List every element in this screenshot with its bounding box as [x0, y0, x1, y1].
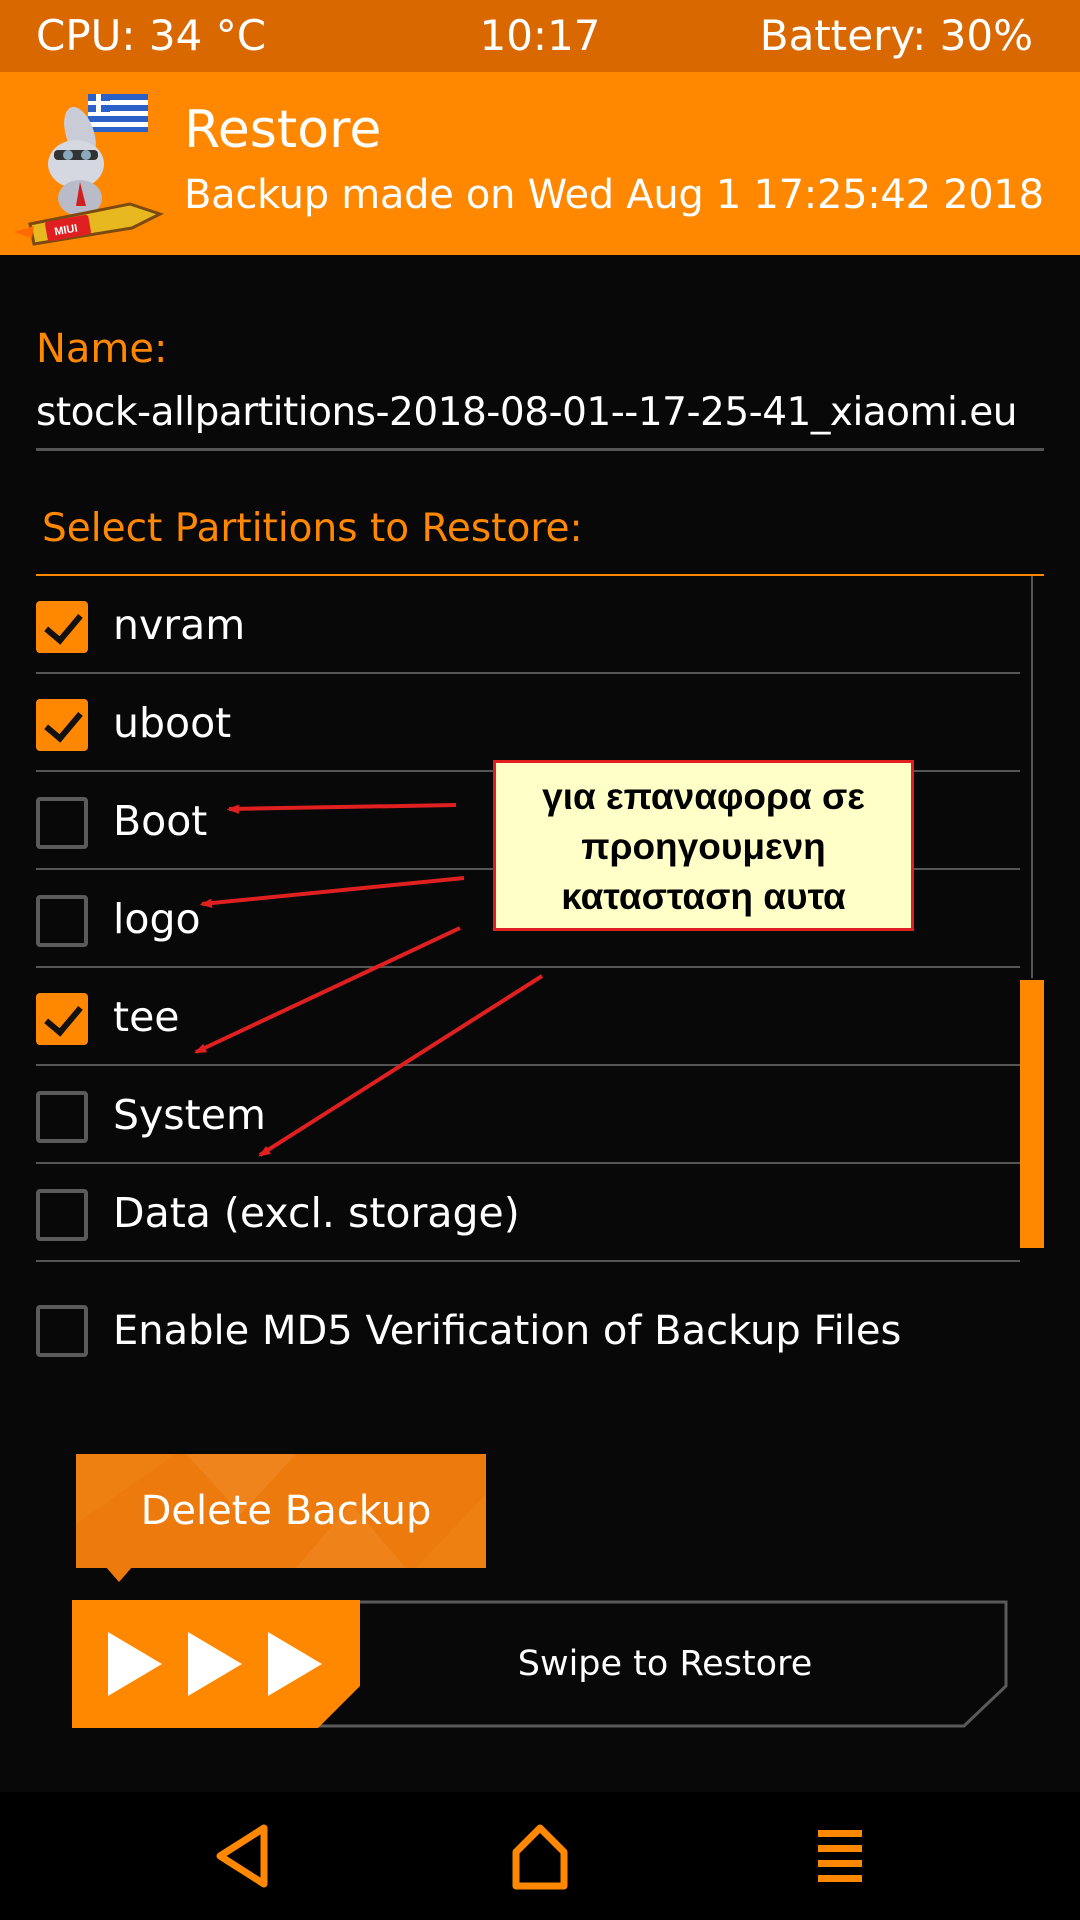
miui-hellas-rabbit-logo: MIUI — [10, 86, 170, 246]
checkbox[interactable] — [36, 1091, 88, 1143]
swipe-to-restore-label: Swipe to Restore — [517, 1644, 813, 1684]
delete-backup-label: Delete Backup — [140, 1488, 432, 1534]
partition-row-nvram[interactable]: nvram — [36, 576, 1020, 674]
md5-checkbox[interactable] — [36, 1305, 88, 1357]
page-title: Restore — [184, 100, 382, 160]
name-label: Name: — [36, 326, 168, 372]
backup-date-subtitle: Backup made on Wed Aug 1 17:25:42 2018 — [184, 172, 1044, 218]
navigation-bar — [0, 1792, 1080, 1920]
swipe-handle[interactable] — [72, 1600, 360, 1728]
partition-label: Data (excl. storage) — [113, 1189, 520, 1237]
home-icon[interactable] — [500, 1820, 580, 1892]
partitions-label: Select Partitions to Restore: — [42, 506, 583, 551]
back-triangle-icon[interactable] — [202, 1820, 282, 1892]
partition-label: Boot — [113, 797, 208, 845]
checkbox[interactable] — [36, 797, 88, 849]
partition-label: nvram — [113, 601, 246, 649]
annotation-note: για επαναφορα σε προηγουμενη κατασταση α… — [493, 760, 914, 931]
partition-row-system[interactable]: System — [36, 1066, 1020, 1164]
delete-button-notch — [105, 1566, 133, 1582]
checkbox[interactable] — [36, 1189, 88, 1241]
partition-row-tee[interactable]: tee — [36, 968, 1020, 1066]
scrollbar-thumb[interactable] — [1020, 980, 1044, 1248]
checkbox[interactable] — [36, 895, 88, 947]
partition-label: System — [113, 1091, 266, 1139]
partition-label: uboot — [113, 699, 232, 747]
partition-label: logo — [113, 895, 201, 943]
battery-level: Battery: 30% — [759, 11, 1033, 60]
partition-row-data[interactable]: Data (excl. storage) — [36, 1164, 1020, 1262]
partition-label: tee — [113, 993, 180, 1041]
status-bar: CPU: 34 °C 10:17 Battery: 30% — [0, 0, 1080, 72]
header: MIUI Restore Backup made on Wed Aug 1 17… — [0, 72, 1080, 255]
checkbox[interactable] — [36, 601, 88, 653]
backup-name-field[interactable]: stock-allpartitions-2018-08-01--17-25-41… — [36, 390, 1017, 435]
checkbox[interactable] — [36, 993, 88, 1045]
partition-row-uboot[interactable]: uboot — [36, 674, 1020, 772]
delete-backup-button[interactable]: Delete Backup — [76, 1454, 486, 1568]
menu-icon[interactable] — [800, 1820, 880, 1892]
scrollbar-track — [1031, 576, 1033, 978]
name-underline — [36, 448, 1044, 451]
checkbox[interactable] — [36, 699, 88, 751]
md5-label[interactable]: Enable MD5 Verification of Backup Files — [113, 1305, 901, 1357]
